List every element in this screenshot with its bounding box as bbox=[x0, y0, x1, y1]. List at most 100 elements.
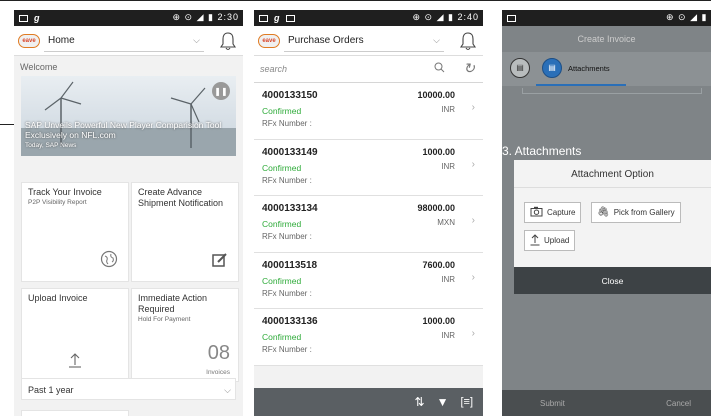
po-amount: 1000.00 bbox=[422, 146, 455, 157]
footer-bar: Submit Cancel bbox=[502, 390, 711, 416]
status-time: ⊕ ⊙ ◢ ▮ 2:30 bbox=[172, 12, 239, 22]
tile-title: Immediate Action Required bbox=[138, 293, 208, 314]
search-icon[interactable] bbox=[434, 62, 445, 76]
tab-attachments-label[interactable]: Attachments bbox=[568, 64, 610, 73]
banner-subtitle: Today, SAP News bbox=[25, 142, 77, 149]
chevron-right-icon: › bbox=[471, 328, 475, 339]
period-select-value: Past 1 year bbox=[28, 385, 74, 395]
notification-bell-icon[interactable] bbox=[219, 31, 237, 51]
po-amount: 10000.00 bbox=[417, 90, 455, 100]
active-tab-indicator bbox=[536, 84, 626, 86]
attachment-option-dialog: Attachment Option Capture 🖇 Pick from Ga… bbox=[514, 160, 711, 294]
po-rfx: RFx Number : bbox=[262, 288, 312, 298]
chevron-right-icon: › bbox=[471, 215, 475, 226]
status-bar: g ⊕ ⊙ ◢ ▮ 2:40 bbox=[254, 10, 483, 26]
po-currency: INR bbox=[441, 161, 455, 171]
search-field[interactable]: search ↻ bbox=[254, 56, 483, 83]
g-icon: g bbox=[274, 13, 280, 23]
tile-title: Create Advance Shipment Notification bbox=[138, 187, 224, 208]
image-icon bbox=[285, 14, 295, 22]
po-rfx: RFx Number : bbox=[262, 119, 312, 128]
upload-icon bbox=[530, 233, 540, 248]
status-time: ⊕ ⊙ ◢ ▮ 2:40 bbox=[412, 12, 479, 22]
pause-icon[interactable]: ❚❚ bbox=[212, 82, 230, 100]
camera-icon bbox=[530, 206, 543, 219]
paperclip-icon: 🖇 bbox=[597, 207, 610, 218]
cancel-button[interactable]: Cancel bbox=[666, 399, 691, 408]
invoice-count: 08 bbox=[207, 342, 230, 364]
list-item[interactable]: 4000133136 Confirmed RFx Number : 1000.0… bbox=[254, 309, 483, 366]
app-logo: eave bbox=[18, 33, 40, 48]
list-icon[interactable]: [≡] bbox=[460, 396, 473, 408]
nav-select[interactable]: Purchase Orders ⌵ bbox=[284, 29, 444, 52]
nav-select-value: Home bbox=[48, 34, 75, 46]
po-currency: INR bbox=[441, 105, 455, 114]
status-bar: g ⊕ ⊙ ◢ ▮ 2:30 bbox=[14, 10, 243, 26]
g-icon: g bbox=[34, 13, 40, 23]
app-bar: eave Home ⌵ bbox=[14, 26, 243, 56]
edit-icon bbox=[212, 252, 228, 273]
notification-bell-icon[interactable] bbox=[459, 31, 477, 51]
po-amount: 7600.00 bbox=[422, 259, 455, 270]
list-item[interactable]: 4000113518 Confirmed RFx Number : 7600.0… bbox=[254, 253, 483, 309]
chevron-down-icon: ⌵ bbox=[224, 385, 231, 395]
page-title: Create Invoice bbox=[577, 34, 636, 44]
upload-icon bbox=[68, 352, 82, 373]
tile-title: Track Your Invoice bbox=[28, 187, 102, 197]
invoice-count-unit: Invoices bbox=[206, 369, 230, 376]
news-banner[interactable]: ❚❚ SAP Unveils Powerful New Player Compa… bbox=[21, 76, 236, 156]
image-icon bbox=[259, 14, 268, 22]
refresh-icon[interactable]: ↻ bbox=[463, 60, 475, 77]
create-invoice-screen: ⊕ ⊙ ◢ ▮ 2 Create Invoice ▤ ▤ Attachments… bbox=[502, 10, 711, 416]
image-icon bbox=[19, 14, 28, 22]
period-select[interactable]: Past 1 year ⌵ bbox=[21, 378, 236, 400]
input-box-partial bbox=[522, 88, 702, 94]
po-amount: 98000.00 bbox=[417, 203, 455, 213]
attachments-tab-icon[interactable]: ▤ bbox=[542, 58, 562, 78]
nav-select[interactable]: Home ⌵ bbox=[44, 29, 204, 52]
po-rfx: RFx Number : bbox=[262, 345, 312, 354]
dialog-title: Attachment Option bbox=[514, 160, 711, 188]
home-screen: g ⊕ ⊙ ◢ ▮ 2:30 eave Home ⌵ Welcome ❚❚ SA… bbox=[14, 10, 243, 416]
upload-button[interactable]: Upload bbox=[524, 230, 576, 251]
filter-icon[interactable]: ▼ bbox=[437, 395, 449, 409]
image-icon bbox=[507, 14, 516, 22]
purchase-order-list: 4000133150 Confirmed RFx Number : 10000.… bbox=[254, 83, 483, 366]
sort-icon[interactable]: ⇅ bbox=[415, 395, 425, 409]
po-amount: 1000.00 bbox=[422, 316, 455, 326]
app-bar: eave Purchase Orders ⌵ bbox=[254, 26, 483, 56]
status-time: ⊕ ⊙ ◢ ▮ 2 bbox=[666, 12, 711, 22]
submit-button[interactable]: Submit bbox=[540, 399, 565, 408]
nav-select-value: Purchase Orders bbox=[288, 34, 364, 46]
list-item[interactable]: 4000133150 Confirmed RFx Number : 10000.… bbox=[254, 83, 483, 140]
close-button[interactable]: Close bbox=[514, 267, 711, 294]
section-title: 3. Attachments bbox=[502, 144, 582, 158]
app-logo: eave bbox=[258, 33, 280, 48]
list-item[interactable]: 4000133149 Confirmed RFx Number : 1000.0… bbox=[254, 140, 483, 196]
po-currency: MXN bbox=[437, 218, 455, 227]
left-divider bbox=[0, 124, 14, 125]
upload-label: Upload bbox=[544, 236, 570, 245]
tile-immediate-action[interactable]: Immediate Action Required Hold For Payme… bbox=[131, 288, 239, 382]
po-rfx: RFx Number : bbox=[262, 232, 312, 241]
capture-button[interactable]: Capture bbox=[524, 202, 582, 223]
search-placeholder: search bbox=[260, 64, 288, 74]
pick-gallery-button[interactable]: 🖇 Pick from Gallery bbox=[591, 202, 681, 223]
tile-subtitle: P2P Visibility Report bbox=[28, 199, 87, 206]
tile-track-invoice[interactable]: Track Your Invoice P2P Visibility Report bbox=[21, 182, 129, 282]
screenshot-root: g ⊕ ⊙ ◢ ▮ 2:30 eave Home ⌵ Welcome ❚❚ SA… bbox=[0, 0, 711, 416]
chevron-down-icon: ⌵ bbox=[433, 34, 440, 45]
tab-bar: ▤ ▤ Attachments bbox=[502, 52, 711, 86]
purchase-orders-screen: g ⊕ ⊙ ◢ ▮ 2:40 eave Purchase Orders ⌵ se… bbox=[254, 10, 483, 416]
tile-title: Upload Invoice bbox=[28, 293, 88, 303]
tile-create-asn[interactable]: Create Advance Shipment Notification bbox=[131, 182, 239, 282]
globe-icon bbox=[100, 250, 118, 273]
capture-label: Capture bbox=[547, 208, 576, 217]
list-item[interactable]: 4000133134 Confirmed RFx Number : 98000.… bbox=[254, 196, 483, 253]
tile-upload-invoice[interactable]: Upload Invoice bbox=[21, 288, 129, 382]
chevron-right-icon: › bbox=[471, 158, 475, 170]
status-bar: ⊕ ⊙ ◢ ▮ 2 bbox=[502, 10, 711, 26]
invoice-tab-icon[interactable]: ▤ bbox=[510, 58, 530, 78]
chevron-down-icon: ⌵ bbox=[193, 34, 200, 45]
tile-subtitle: Hold For Payment bbox=[138, 316, 191, 323]
